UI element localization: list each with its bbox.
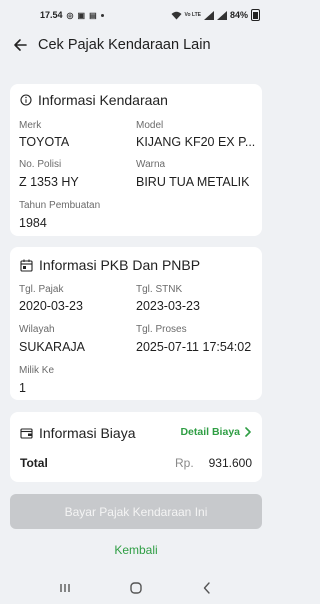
- no-polisi-label: No. Polisi: [19, 159, 62, 170]
- status-time: 17.54: [40, 10, 63, 20]
- wallet-icon: [20, 428, 33, 439]
- recent-apps-icon: [60, 584, 71, 592]
- merk-label: Merk: [19, 120, 42, 131]
- warna-label: Warna: [136, 159, 166, 170]
- cost-info-header: Informasi Biaya: [20, 425, 135, 441]
- back-button[interactable]: [10, 35, 30, 55]
- detail-biaya-label: Detail Biaya: [180, 426, 240, 438]
- notification-icon: ▤: [89, 10, 97, 20]
- more-notifications-dot: [100, 13, 104, 17]
- wilayah-value: SUKARAJA: [19, 340, 85, 354]
- no-polisi-value: Z 1353 HY: [19, 175, 79, 189]
- app-bar: Cek Pajak Kendaraan Lain: [0, 30, 272, 60]
- tahun-label: Tahun Pembuatan: [19, 200, 101, 211]
- tgl-pajak-label: Tgl. Pajak: [19, 284, 64, 295]
- total-label: Total: [20, 456, 48, 470]
- vehicle-info-card: Informasi Kendaraan Merk TOYOTA Model KI…: [10, 84, 262, 236]
- cost-info-title: Informasi Biaya: [39, 425, 136, 441]
- status-left: 17.54 ◎ ▣ ▤: [40, 10, 104, 20]
- cost-info-card: Informasi Biaya Detail Biaya Total Rp. 9…: [10, 412, 262, 482]
- battery-percentage: 84%: [229, 10, 248, 20]
- model-label: Model: [136, 120, 164, 131]
- warna-value: BIRU TUA METALIK: [136, 175, 250, 189]
- pkb-info-title: Informasi PKB Dan PNBP: [39, 257, 201, 273]
- calendar-icon: [20, 259, 33, 272]
- tgl-stnk-value: 2023-03-23: [136, 299, 200, 313]
- milik-ke-label: Milik Ke: [19, 365, 55, 376]
- vehicle-info-header: Informasi Kendaraan: [20, 92, 168, 108]
- pay-tax-button[interactable]: Bayar Pajak Kendaraan Ini: [10, 494, 262, 529]
- status-bar: 17.54 ◎ ▣ ▤ Vo LTE 84%: [0, 0, 272, 30]
- system-nav-bar: [0, 572, 272, 604]
- tgl-stnk-label: Tgl. STNK: [136, 284, 183, 295]
- total-currency: Rp.: [175, 456, 194, 470]
- signal-2-icon: [216, 10, 227, 20]
- tgl-proses-value: 2025-07-11 17:54:02: [136, 340, 252, 354]
- page-title: Cek Pajak Kendaraan Lain: [38, 37, 211, 53]
- home-button[interactable]: [121, 578, 151, 598]
- tgl-pajak-value: 2020-03-23: [19, 299, 83, 313]
- network-type-label: Vo LTE: [184, 12, 201, 18]
- info-icon: [20, 94, 32, 106]
- milik-ke-value: 1: [19, 381, 26, 395]
- tgl-proses-label: Tgl. Proses: [136, 324, 187, 335]
- back-link[interactable]: Kembali: [0, 543, 272, 557]
- recent-apps-button[interactable]: [50, 578, 80, 598]
- system-back-button[interactable]: [192, 578, 222, 598]
- whatsapp-icon: ◎: [66, 10, 74, 20]
- merk-value: TOYOTA: [19, 135, 70, 149]
- tahun-value: 1984: [19, 216, 47, 230]
- status-right: Vo LTE 84%: [171, 9, 260, 21]
- wilayah-label: Wilayah: [19, 324, 55, 335]
- signal-icon: [203, 10, 214, 20]
- facebook-icon: ▣: [77, 10, 86, 20]
- arrow-left-icon: [14, 39, 27, 51]
- battery-icon: [251, 9, 260, 21]
- model-value: KIJANG KF20 EX P...: [136, 135, 256, 149]
- home-icon: [130, 582, 142, 594]
- pkb-info-card: Informasi PKB Dan PNBP Tgl. Pajak 2020-0…: [10, 247, 262, 400]
- pkb-info-header: Informasi PKB Dan PNBP: [20, 257, 200, 273]
- chevron-left-icon: [203, 582, 210, 594]
- vehicle-info-title: Informasi Kendaraan: [38, 92, 168, 108]
- wifi-icon: [171, 11, 181, 19]
- detail-biaya-link[interactable]: Detail Biaya: [180, 426, 252, 438]
- chevron-right-icon: [245, 427, 251, 437]
- total-amount: 931.600: [208, 456, 252, 470]
